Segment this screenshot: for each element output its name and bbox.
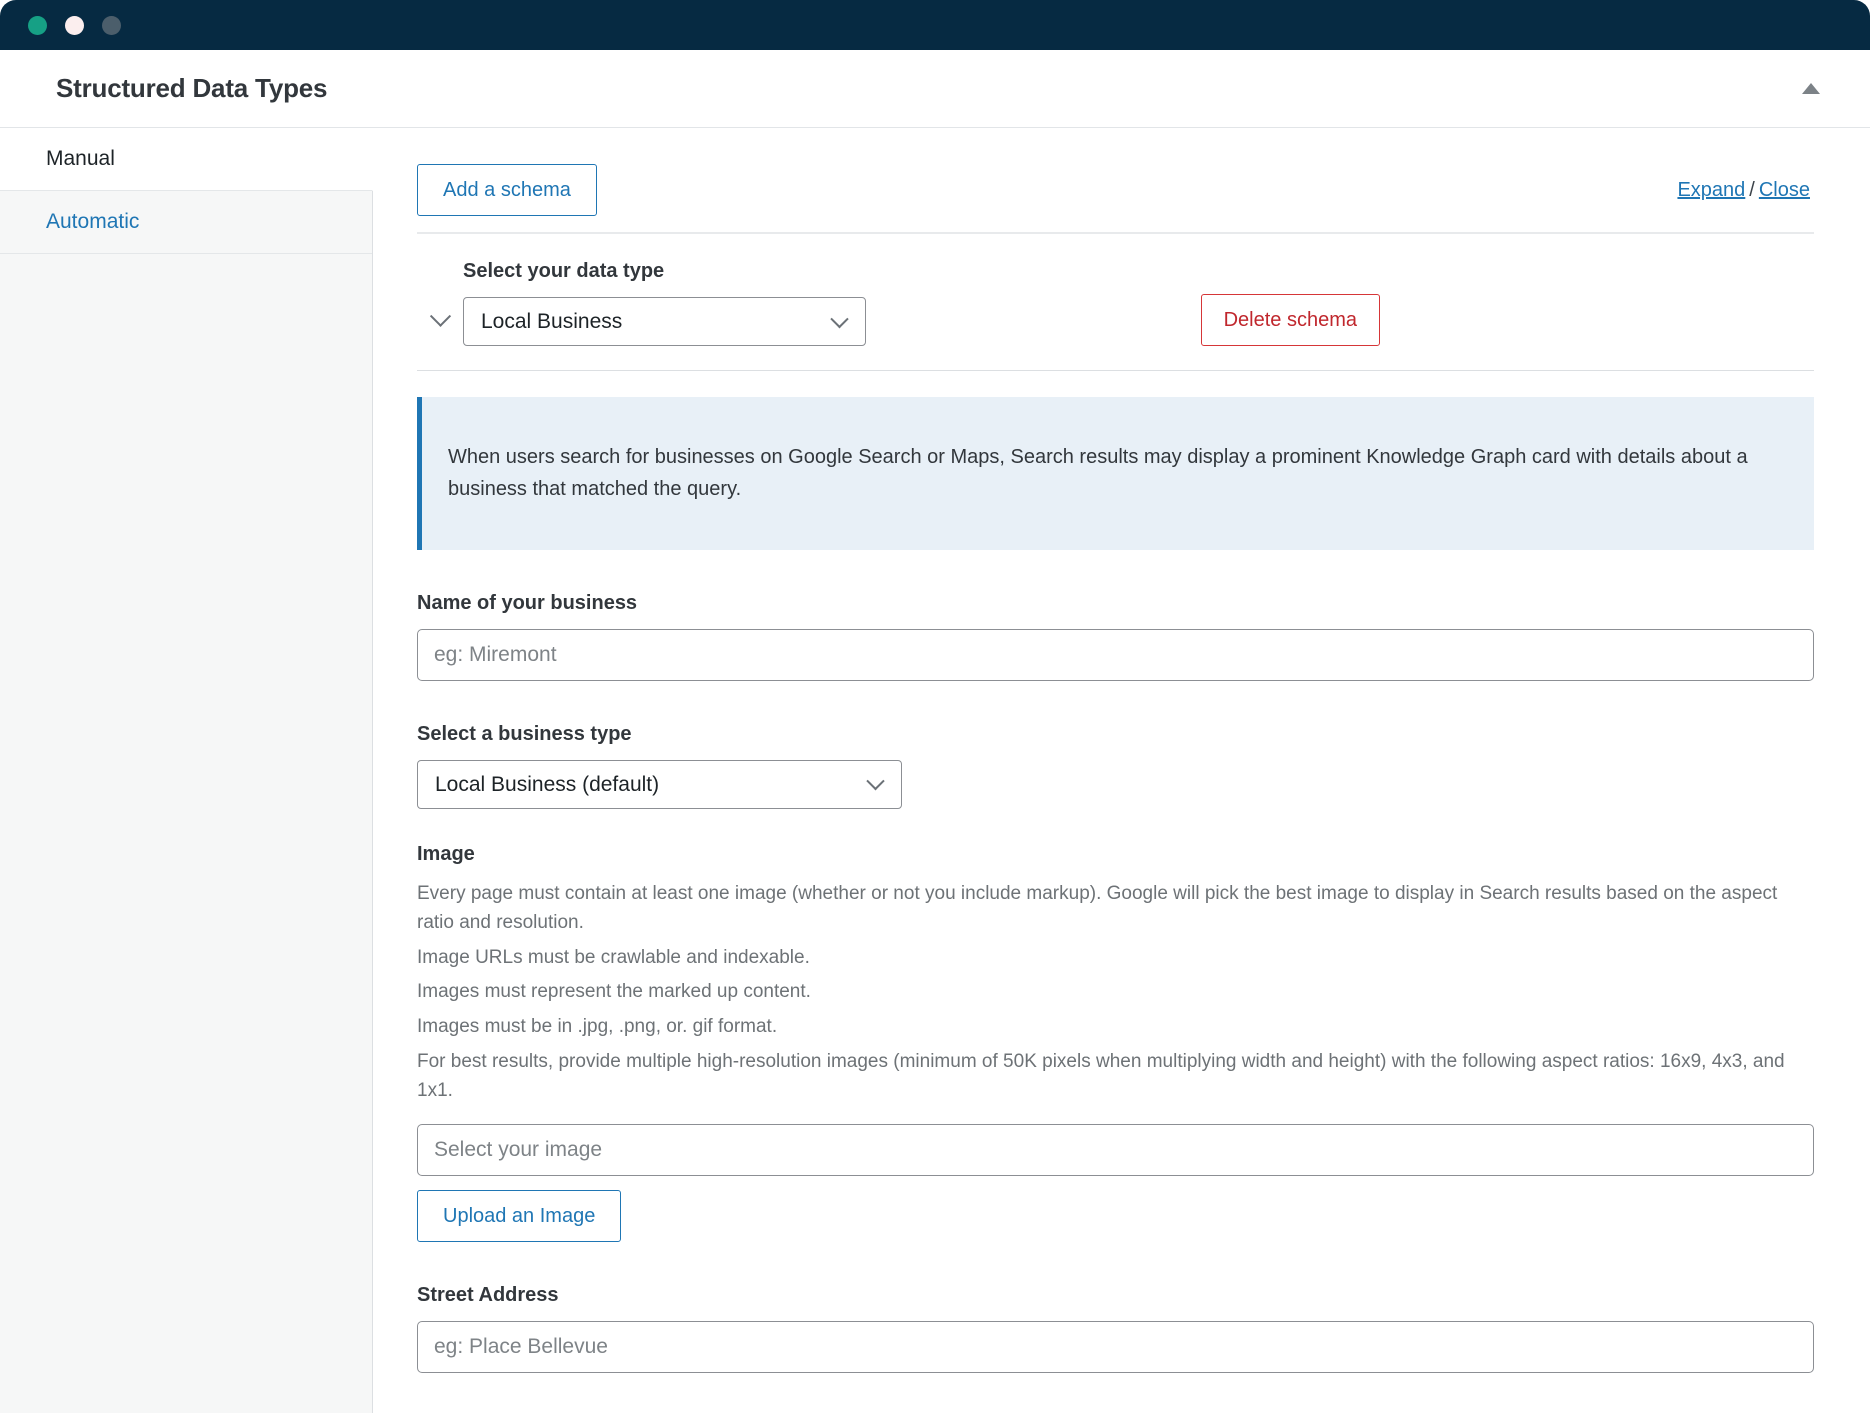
body-split: Manual Automatic Add a schema Expand / Clo… bbox=[0, 128, 1870, 1413]
image-help-line-2: Image URLs must be crawlable and indexab… bbox=[417, 946, 810, 968]
image-select-input[interactable] bbox=[417, 1123, 1814, 1176]
data-type-field: Select your data type Local Business bbox=[463, 260, 866, 346]
main-content: Add a schema Expand / Close Select your da… bbox=[373, 128, 1870, 1413]
info-banner-text: When users search for businesses on Goog… bbox=[448, 446, 1748, 501]
delete-schema-button[interactable]: Delete schema bbox=[1200, 294, 1380, 346]
sidebar-item-manual-label: Manual bbox=[46, 147, 115, 170]
panel-collapse-toggle[interactable] bbox=[1794, 72, 1828, 106]
image-help-line-4: Images must be in .jpg, .png, or. gif fo… bbox=[417, 1016, 778, 1038]
chevron-down-icon bbox=[429, 305, 451, 327]
info-banner: When users search for businesses on Goog… bbox=[417, 397, 1814, 550]
data-type-row: Select your data type Local Business Del… bbox=[373, 234, 1820, 346]
data-type-label: Select your data type bbox=[463, 260, 665, 282]
sidebar-item-automatic[interactable]: Automatic bbox=[0, 191, 372, 254]
schema-form: Name of your business Select a business … bbox=[373, 592, 1820, 1413]
business-name-input[interactable] bbox=[417, 628, 1814, 681]
schema-toolbar: Add a schema Expand / Close bbox=[373, 128, 1820, 224]
image-help-text: Every page must contain at least one ima… bbox=[417, 880, 1814, 1106]
window-dot-gray-icon[interactable] bbox=[102, 15, 121, 35]
window-dot-green-icon[interactable] bbox=[28, 15, 47, 35]
caret-up-icon bbox=[1802, 83, 1820, 94]
image-help-line-1: Every page must contain at least one ima… bbox=[417, 882, 1778, 933]
page-title: Structured Data Types bbox=[56, 73, 328, 103]
expand-close-links: Expand / Close bbox=[1677, 179, 1815, 202]
panel-header: Structured Data Types bbox=[0, 50, 1870, 128]
sidebar-empty-area bbox=[0, 254, 372, 1413]
image-field: Image Every page must contain at least o… bbox=[417, 843, 1814, 1242]
business-type-select-wrap: Local Business (default) bbox=[417, 759, 902, 809]
window-titlebar bbox=[0, 0, 1870, 50]
upload-image-button[interactable]: Upload an Image bbox=[417, 1189, 622, 1242]
data-type-divider bbox=[417, 370, 1814, 371]
sidebar-item-manual[interactable]: Manual bbox=[0, 128, 373, 191]
window-dot-pink-icon[interactable] bbox=[65, 15, 84, 35]
image-label: Image bbox=[417, 842, 475, 865]
street-address-input[interactable] bbox=[417, 1320, 1814, 1373]
upload-image-wrap: Upload an Image bbox=[417, 1189, 1814, 1242]
business-type-select[interactable]: Local Business (default) bbox=[417, 759, 902, 809]
app-window: Structured Data Types Manual Automatic A… bbox=[0, 0, 1870, 1414]
link-separator: / bbox=[1749, 178, 1755, 201]
add-schema-button[interactable]: Add a schema bbox=[417, 164, 597, 216]
business-name-field: Name of your business bbox=[417, 592, 1814, 681]
close-link[interactable]: Close bbox=[1759, 179, 1810, 201]
data-type-select[interactable]: Local Business bbox=[463, 297, 866, 346]
business-name-label: Name of your business bbox=[417, 591, 638, 614]
street-address-field: Street Address bbox=[417, 1284, 1814, 1373]
image-help-line-3: Images must represent the marked up cont… bbox=[417, 981, 811, 1003]
street-address-label: Street Address bbox=[417, 1283, 559, 1306]
schema-collapse-toggle[interactable] bbox=[417, 294, 463, 346]
business-type-label: Select a business type bbox=[417, 722, 632, 745]
expand-link[interactable]: Expand bbox=[1677, 179, 1745, 201]
business-type-field: Select a business type Local Business (d… bbox=[417, 723, 1814, 809]
image-help-line-5: For best results, provide multiple high-… bbox=[417, 1051, 1785, 1102]
sidebar: Manual Automatic bbox=[0, 128, 373, 1413]
data-type-select-wrap: Local Business bbox=[463, 297, 866, 346]
sidebar-item-automatic-label: Automatic bbox=[46, 210, 140, 233]
